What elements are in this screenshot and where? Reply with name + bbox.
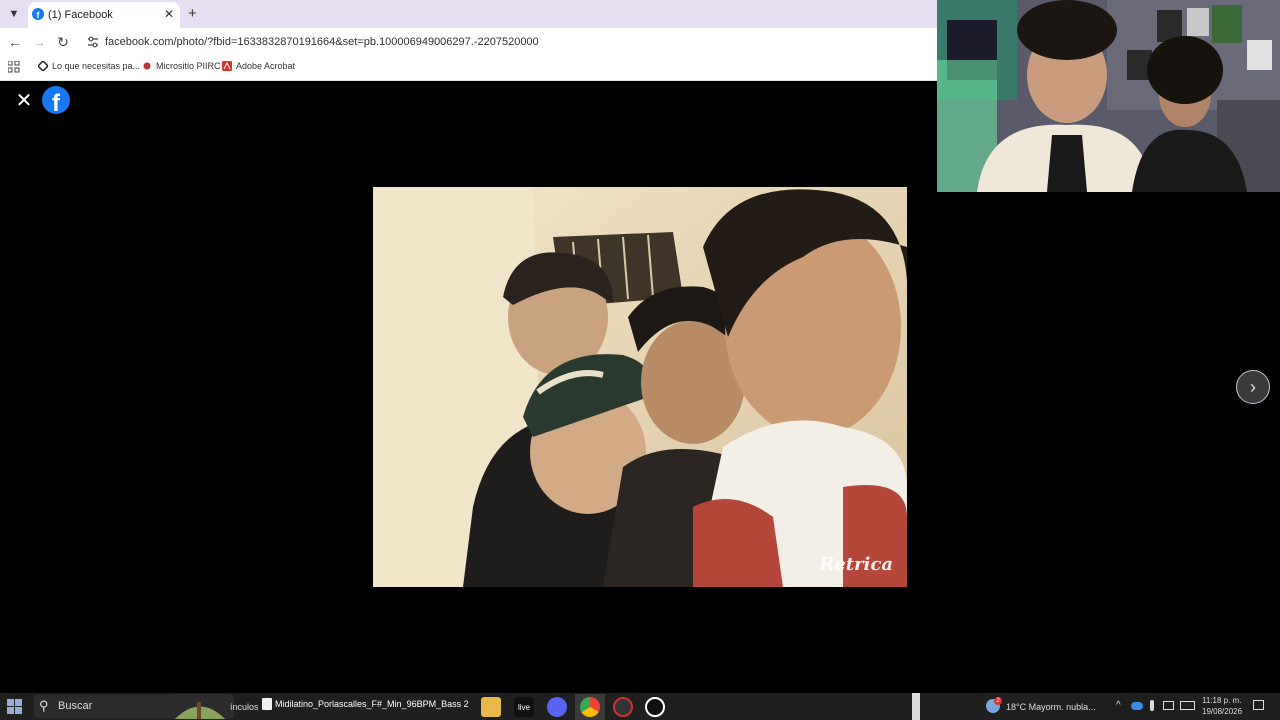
- bookmark-label: Lo que necesitas pa...: [52, 61, 141, 71]
- bookmark-label: Adobe Acrobat: [236, 61, 296, 71]
- forward-icon[interactable]: →: [30, 33, 48, 51]
- webcam-overlay: [937, 0, 1280, 192]
- file-explorer-icon[interactable]: [481, 697, 501, 717]
- microphone-icon[interactable]: [1150, 700, 1154, 711]
- tab-close-icon[interactable]: ✕: [164, 7, 174, 21]
- tray-chevron-up-icon[interactable]: ^: [1116, 700, 1121, 711]
- facebook-logo-icon[interactable]: f: [42, 86, 70, 114]
- keyboard-icon[interactable]: [1180, 701, 1195, 710]
- taskbar-cut-text: ínculos: [230, 702, 259, 712]
- ableton-live-icon[interactable]: live: [514, 697, 534, 717]
- bookmark-label: Micrositio PIIRC: [156, 61, 221, 71]
- clock-time[interactable]: 11:18 p. m.: [1202, 696, 1241, 705]
- tab-search-chevron-down-icon[interactable]: ▼: [6, 6, 22, 22]
- bookmark-item[interactable]: Lo que necesitas pa...: [38, 61, 140, 71]
- bookmark-item[interactable]: Adobe Acrobat: [222, 61, 295, 71]
- active-window-title[interactable]: Midilatino_Porlascalles_F#_Min_96BPM_Bas…: [275, 699, 469, 709]
- acrobat-icon: [222, 61, 232, 71]
- display-icon[interactable]: [1163, 701, 1174, 710]
- discord-icon[interactable]: [547, 697, 567, 717]
- new-tab-plus-icon[interactable]: +: [188, 5, 197, 22]
- app-icon[interactable]: [645, 697, 665, 717]
- weather-badge: 2: [994, 697, 1002, 705]
- next-photo-chevron-right-icon[interactable]: ›: [1236, 370, 1270, 404]
- clock-date[interactable]: 19/08/2026: [1202, 707, 1242, 716]
- tab-title: (1) Facebook: [48, 9, 113, 21]
- notification-icon[interactable]: [1253, 700, 1264, 710]
- bookmark-item[interactable]: Micrositio PIIRC: [142, 61, 221, 71]
- onedrive-icon[interactable]: [1131, 702, 1143, 710]
- weather-text[interactable]: 18°C Mayorm. nubla...: [1006, 702, 1096, 712]
- windows-icon[interactable]: [7, 699, 22, 714]
- reload-icon[interactable]: ↻: [54, 33, 72, 51]
- tab-facebook[interactable]: f (1) Facebook ✕: [28, 2, 180, 28]
- photo-image: [373, 187, 907, 587]
- search-highlight-image: [170, 694, 230, 719]
- site-info-icon[interactable]: [86, 35, 100, 49]
- search-icon: ⚲: [39, 698, 49, 713]
- document-icon: [262, 698, 272, 710]
- search-placeholder: Buscar: [58, 700, 93, 712]
- live-label: live: [517, 702, 530, 712]
- bookmark-favicon-icon: [143, 62, 151, 70]
- diamond-icon: [38, 61, 48, 71]
- apps-icon[interactable]: [8, 61, 20, 73]
- retrica-watermark: Retrica: [819, 554, 893, 575]
- bookmarks-bar: [0, 56, 937, 81]
- photo: Retrica: [373, 187, 907, 587]
- address-bar[interactable]: facebook.com/photo/?fbid=163383287019166…: [105, 36, 539, 48]
- taskbar-divider: [912, 693, 920, 720]
- close-viewer-icon[interactable]: ✕: [12, 88, 36, 112]
- obs-icon[interactable]: [613, 697, 633, 717]
- facebook-icon: f: [32, 8, 44, 20]
- back-icon[interactable]: ←: [6, 33, 24, 51]
- webcam-video: [937, 0, 1280, 192]
- chrome-icon[interactable]: [580, 697, 600, 717]
